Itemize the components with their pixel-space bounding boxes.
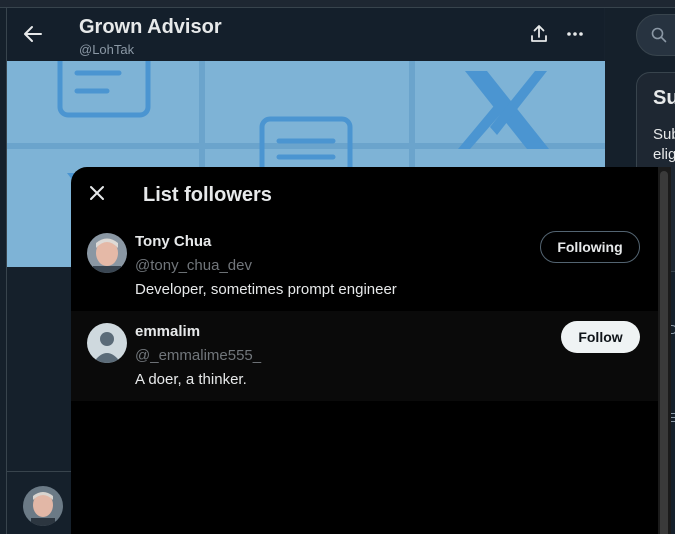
list-followers-modal: List followers Tony Chua @tony_chua_dev … xyxy=(71,167,671,534)
premium-text-line-2: elig xyxy=(653,146,675,163)
user-bio: A doer, a thinker. xyxy=(135,371,247,388)
profile-handle: @LohTak xyxy=(79,42,135,57)
top-bar xyxy=(0,0,675,8)
user-bio: Developer, sometimes prompt engineer xyxy=(135,281,397,298)
avatar[interactable] xyxy=(87,233,127,273)
profile-header: Grown Advisor @LohTak xyxy=(7,8,605,61)
share-icon xyxy=(531,25,547,42)
left-nav-column xyxy=(0,8,7,534)
user-avatar-image xyxy=(87,233,127,273)
search-icon xyxy=(651,27,667,43)
following-button[interactable]: Following xyxy=(540,231,640,263)
premium-text: Sub elig xyxy=(653,125,675,165)
user-name[interactable]: Tony Chua xyxy=(135,233,211,250)
user-handle[interactable]: @tony_chua_dev xyxy=(135,257,252,274)
default-avatar-icon xyxy=(87,323,127,363)
premium-text-line-1: Sub xyxy=(653,126,675,143)
avatar[interactable] xyxy=(87,323,127,363)
follow-button[interactable]: Follow xyxy=(561,321,640,353)
page-title: Grown Advisor xyxy=(79,16,222,38)
list-item[interactable]: emmalim @_emmalime555_ A doer, a thinker… xyxy=(71,311,658,401)
more-options-button[interactable] xyxy=(565,24,585,44)
back-arrow-icon xyxy=(24,26,42,42)
premium-title: Su xyxy=(653,87,675,109)
search-input[interactable] xyxy=(636,14,675,56)
user-name[interactable]: emmalim xyxy=(135,323,200,340)
list-item[interactable]: Tony Chua @tony_chua_dev Developer, some… xyxy=(71,221,658,311)
modal-title: List followers xyxy=(143,184,272,206)
more-icon xyxy=(567,32,583,36)
scrollbar-thumb[interactable] xyxy=(660,171,668,534)
user-handle[interactable]: @_emmalime555_ xyxy=(135,347,261,364)
user-avatar-image xyxy=(23,486,63,526)
back-button[interactable] xyxy=(21,22,45,46)
close-icon xyxy=(90,186,104,200)
close-button[interactable] xyxy=(85,181,109,205)
scrollbar[interactable] xyxy=(658,167,671,534)
avatar[interactable] xyxy=(23,486,63,526)
share-button[interactable] xyxy=(529,24,549,44)
